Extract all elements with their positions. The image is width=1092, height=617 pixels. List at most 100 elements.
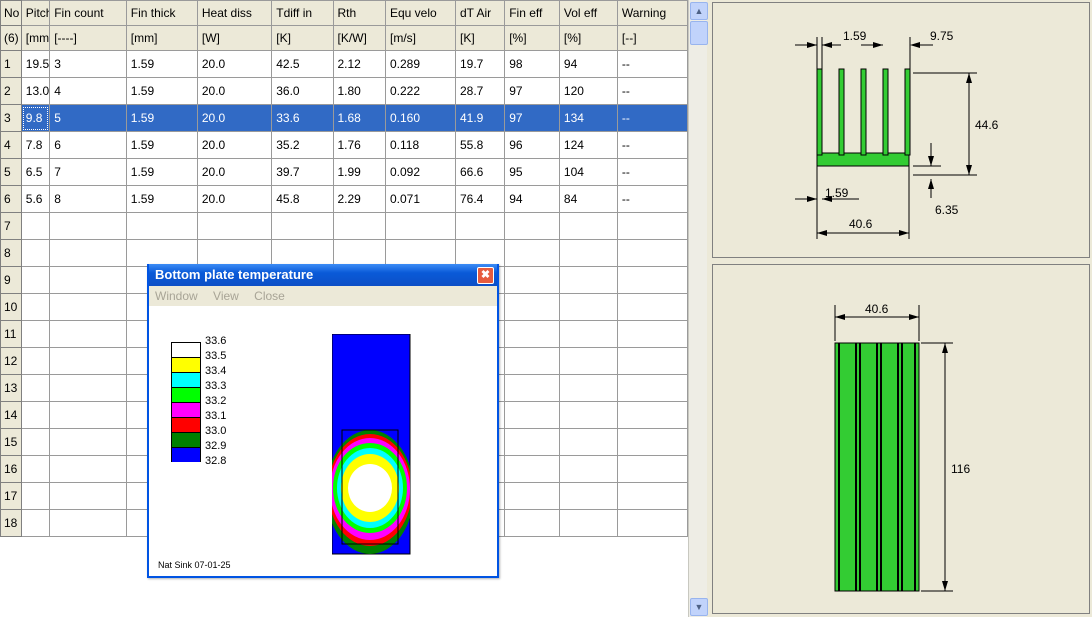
- table-cell[interactable]: [558, 320, 618, 348]
- table-cell[interactable]: [558, 347, 618, 375]
- table-cell[interactable]: --: [616, 104, 689, 132]
- table-cell[interactable]: 0.071: [385, 185, 456, 213]
- row-number[interactable]: 1: [0, 50, 22, 78]
- row-number[interactable]: 6: [0, 185, 22, 213]
- table-cell[interactable]: 2.12: [332, 50, 386, 78]
- table-cell[interactable]: 20.0: [196, 158, 273, 186]
- table-cell[interactable]: [125, 239, 198, 267]
- table-cell[interactable]: [504, 374, 560, 402]
- row-number[interactable]: 13: [0, 374, 22, 402]
- table-cell[interactable]: [20, 320, 51, 348]
- table-cell[interactable]: 19.5: [20, 50, 51, 78]
- table-cell[interactable]: 1.59: [125, 77, 198, 105]
- table-cell[interactable]: 134: [558, 104, 618, 132]
- table-cell[interactable]: [558, 509, 618, 537]
- row-number[interactable]: 15: [0, 428, 22, 456]
- table-cell[interactable]: [504, 320, 560, 348]
- popup-title-bar[interactable]: Bottom plate temperature ✖: [149, 264, 497, 286]
- table-cell[interactable]: [616, 401, 689, 429]
- table-cell[interactable]: [504, 482, 560, 510]
- table-cell[interactable]: [271, 239, 334, 267]
- table-row[interactable]: 7: [0, 212, 689, 240]
- table-cell[interactable]: [454, 239, 506, 267]
- table-cell[interactable]: [20, 482, 51, 510]
- table-cell[interactable]: 0.092: [385, 158, 456, 186]
- row-number[interactable]: 12: [0, 347, 22, 375]
- table-cell[interactable]: [616, 239, 689, 267]
- table-cell[interactable]: [20, 428, 51, 456]
- table-cell[interactable]: [616, 320, 689, 348]
- table-cell[interactable]: 45.8: [271, 185, 334, 213]
- scroll-up-button[interactable]: ▲: [690, 2, 708, 20]
- table-cell[interactable]: [385, 212, 456, 240]
- row-number[interactable]: 18: [0, 509, 22, 537]
- table-cell[interactable]: 6.5: [20, 158, 51, 186]
- table-cell[interactable]: [558, 482, 618, 510]
- table-cell[interactable]: [454, 212, 506, 240]
- table-cell[interactable]: [196, 239, 273, 267]
- table-cell[interactable]: [616, 509, 689, 537]
- table-cell[interactable]: [558, 374, 618, 402]
- table-cell[interactable]: 36.0: [271, 77, 334, 105]
- table-cell[interactable]: [49, 401, 127, 429]
- table-cell[interactable]: [504, 401, 560, 429]
- table-cell[interactable]: [49, 374, 127, 402]
- table-cell[interactable]: [504, 212, 560, 240]
- table-cell[interactable]: [20, 347, 51, 375]
- table-cell[interactable]: [49, 212, 127, 240]
- table-cell[interactable]: 9.8: [20, 104, 51, 132]
- table-cell[interactable]: [20, 293, 51, 321]
- table-cell[interactable]: [49, 266, 127, 294]
- table-cell[interactable]: 20.0: [196, 104, 273, 132]
- row-number[interactable]: 10: [0, 293, 22, 321]
- table-cell[interactable]: 98: [504, 50, 560, 78]
- scroll-thumb[interactable]: [690, 21, 708, 45]
- table-cell[interactable]: [616, 374, 689, 402]
- table-row[interactable]: 2 13.0 4 1.59 20.0 36.0 1.80 0.222 28.7 97 120 --: [0, 77, 689, 105]
- table-cell[interactable]: 94: [504, 185, 560, 213]
- table-cell[interactable]: --: [616, 158, 689, 186]
- table-cell[interactable]: [20, 212, 51, 240]
- table-cell[interactable]: 7: [49, 158, 127, 186]
- scroll-down-button[interactable]: ▼: [690, 598, 708, 616]
- vertical-scrollbar[interactable]: ▲ ▼: [688, 0, 708, 617]
- table-cell[interactable]: 1.59: [125, 104, 198, 132]
- table-cell[interactable]: [558, 212, 618, 240]
- table-cell[interactable]: 1.59: [125, 185, 198, 213]
- table-cell[interactable]: [504, 266, 560, 294]
- table-cell[interactable]: [125, 212, 198, 240]
- table-cell[interactable]: [558, 266, 618, 294]
- table-cell[interactable]: --: [616, 131, 689, 159]
- table-cell[interactable]: 1.59: [125, 50, 198, 78]
- table-cell[interactable]: 0.160: [385, 104, 456, 132]
- table-cell[interactable]: 4: [49, 77, 127, 105]
- table-cell[interactable]: [20, 455, 51, 483]
- table-cell[interactable]: 95: [504, 158, 560, 186]
- table-cell[interactable]: 55.8: [454, 131, 506, 159]
- table-cell[interactable]: [504, 239, 560, 267]
- table-cell[interactable]: --: [616, 77, 689, 105]
- table-cell[interactable]: [616, 212, 689, 240]
- table-cell[interactable]: 33.6: [271, 104, 334, 132]
- table-cell[interactable]: [332, 239, 386, 267]
- table-cell[interactable]: [504, 428, 560, 456]
- table-cell[interactable]: [616, 266, 689, 294]
- table-cell[interactable]: 1.59: [125, 158, 198, 186]
- row-number[interactable]: 11: [0, 320, 22, 348]
- row-number[interactable]: 5: [0, 158, 22, 186]
- table-cell[interactable]: [332, 212, 386, 240]
- table-cell[interactable]: 42.5: [271, 50, 334, 78]
- menu-window[interactable]: Window: [155, 289, 198, 303]
- table-cell[interactable]: 1.76: [332, 131, 386, 159]
- table-cell[interactable]: [271, 212, 334, 240]
- row-number[interactable]: 8: [0, 239, 22, 267]
- table-cell[interactable]: [49, 239, 127, 267]
- row-number[interactable]: 16: [0, 455, 22, 483]
- table-cell[interactable]: --: [616, 50, 689, 78]
- table-cell[interactable]: [49, 347, 127, 375]
- table-cell[interactable]: 5: [49, 104, 127, 132]
- table-cell[interactable]: [20, 374, 51, 402]
- table-cell[interactable]: 0.289: [385, 50, 456, 78]
- table-cell[interactable]: 39.7: [271, 158, 334, 186]
- table-row[interactable]: 5 6.5 7 1.59 20.0 39.7 1.99 0.092 66.6 95 104 --: [0, 158, 689, 186]
